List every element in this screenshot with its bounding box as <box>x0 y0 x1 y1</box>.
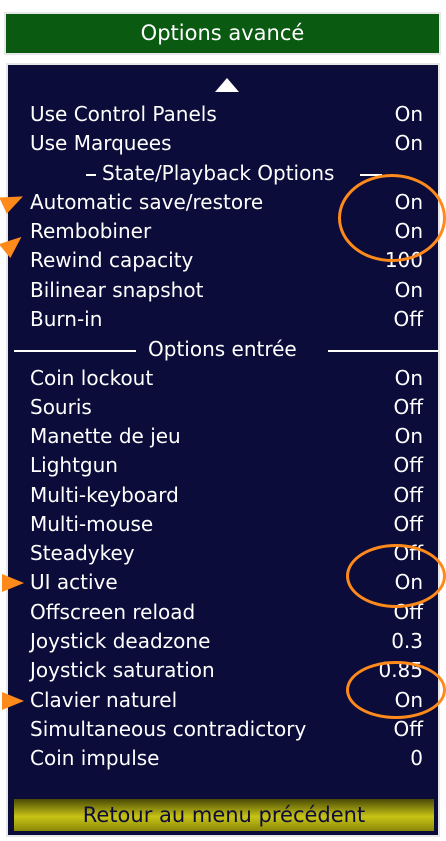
menu-item-simultaneous-contradictory[interactable]: Simultaneous contradictory Off <box>30 715 423 744</box>
menu-item-value: On <box>394 688 423 712</box>
menu-item-label: Offscreen reload <box>30 600 196 624</box>
menu-item-rembobiner[interactable]: Rembobiner On <box>30 217 423 246</box>
menu-item-steadykey[interactable]: Steadykey Off <box>30 539 423 568</box>
menu-item-value: Off <box>393 717 423 741</box>
menu-item-label: Multi-mouse <box>30 512 154 536</box>
menu-item-value: On <box>394 131 423 155</box>
menu-item-value: Off <box>393 453 423 477</box>
menu-item-label: Clavier naturel <box>30 688 178 712</box>
menu-item-value: Off <box>393 307 423 331</box>
menu-item-joystick-deadzone[interactable]: Joystick deadzone 0.3 <box>30 627 423 656</box>
menu-item-multi-keyboard[interactable]: Multi-keyboard Off <box>30 481 423 510</box>
menu-item-value: On <box>394 278 423 302</box>
section-title: State/Playback Options <box>102 161 335 185</box>
menu-item-value: Off <box>393 395 423 419</box>
menu-item-label: UI active <box>30 570 118 594</box>
menu-item-ui-active[interactable]: UI active On <box>30 568 423 597</box>
menu-item-bilinear-snapshot[interactable]: Bilinear snapshot On <box>30 276 423 305</box>
menu-item-label: Rewind capacity <box>30 248 194 272</box>
menu-item-label: Use Control Panels <box>30 102 217 126</box>
menu-item-use-control-panels[interactable]: Use Control Panels On <box>30 100 423 129</box>
scroll-up-arrow-icon[interactable] <box>215 78 239 92</box>
annotation-arrow-icon <box>2 574 24 592</box>
menu-item-value: On <box>394 570 423 594</box>
menu-item-label: Bilinear snapshot <box>30 278 204 302</box>
menu-item-label: Steadykey <box>30 541 135 565</box>
menu-item-value: Off <box>393 483 423 507</box>
menu-item-value: On <box>394 219 423 243</box>
menu-item-value: 0.3 <box>391 629 423 653</box>
menu-item-label: Lightgun <box>30 453 118 477</box>
menu-item-lightgun[interactable]: Lightgun Off <box>30 451 423 480</box>
menu-item-label: Use Marquees <box>30 131 172 155</box>
menu-item-rewind-capacity[interactable]: Rewind capacity 100 <box>30 246 423 275</box>
menu-item-label: Rembobiner <box>30 219 152 243</box>
menu-item-coin-impulse[interactable]: Coin impulse 0 <box>30 744 423 773</box>
menu-item-multi-mouse[interactable]: Multi-mouse Off <box>30 510 423 539</box>
menu-item-label: Joystick saturation <box>30 658 215 682</box>
menu-item-value: On <box>394 102 423 126</box>
menu-item-label: Automatic save/restore <box>30 190 264 214</box>
menu-item-value: 100 <box>384 248 423 272</box>
menu-item-label: Manette de jeu <box>30 424 181 448</box>
menu-item-joystick-saturation[interactable]: Joystick saturation 0.85 <box>30 656 423 685</box>
section-separator-state-playback: State/Playback Options <box>14 159 438 188</box>
menu-item-souris[interactable]: Souris Off <box>30 393 423 422</box>
menu-title: Options avancé <box>4 12 441 55</box>
menu-item-use-marquees[interactable]: Use Marquees On <box>30 129 423 158</box>
menu-item-clavier-naturel[interactable]: Clavier naturel On <box>30 686 423 715</box>
menu-item-label: Simultaneous contradictory <box>30 717 307 741</box>
menu-item-label: Coin lockout <box>30 366 154 390</box>
menu-item-value: Off <box>393 600 423 624</box>
menu-item-coin-lockout[interactable]: Coin lockout On <box>30 364 423 393</box>
back-to-previous-menu-button[interactable]: Retour au menu précédent <box>14 799 434 831</box>
menu-item-automatic-save-restore[interactable]: Automatic save/restore On <box>30 188 423 217</box>
menu-item-value: Off <box>393 541 423 565</box>
menu-item-label: Burn-in <box>30 307 103 331</box>
menu-item-value: 0.85 <box>378 658 423 682</box>
menu-item-value: On <box>394 190 423 214</box>
menu-item-label: Souris <box>30 395 92 419</box>
annotation-arrow-icon <box>2 692 24 710</box>
menu-item-manette-de-jeu[interactable]: Manette de jeu On <box>30 422 423 451</box>
menu-item-burn-in[interactable]: Burn-in Off <box>30 305 423 334</box>
section-title: Options entrée <box>148 337 297 361</box>
menu-item-label: Coin impulse <box>30 746 160 770</box>
menu-item-offscreen-reload[interactable]: Offscreen reload Off <box>30 598 423 627</box>
menu-item-label: Joystick deadzone <box>30 629 211 653</box>
section-separator-options-entree: Options entrée <box>14 335 438 364</box>
menu-item-value: Off <box>393 512 423 536</box>
menu-item-value: 0 <box>410 746 423 770</box>
menu-item-value: On <box>394 366 423 390</box>
menu-item-value: On <box>394 424 423 448</box>
menu-item-label: Multi-keyboard <box>30 483 179 507</box>
